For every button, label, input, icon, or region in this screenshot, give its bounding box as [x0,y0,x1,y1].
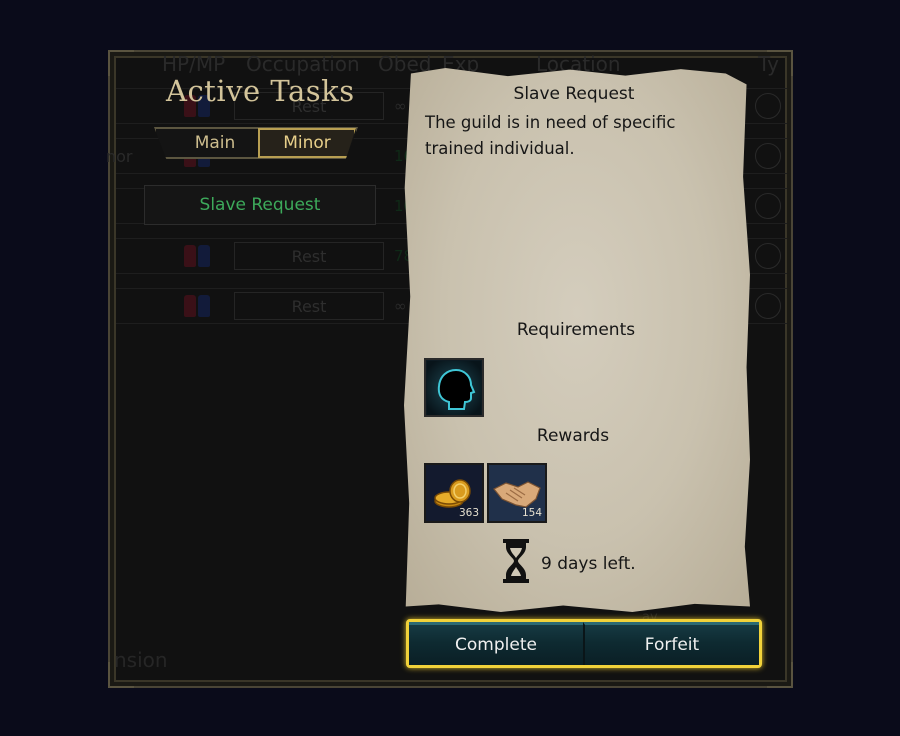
days-left-text: 9 days left. [541,554,636,574]
silhouette-head-icon[interactable] [424,358,484,417]
rest-button: Rest [234,242,384,270]
crown-icon [755,93,781,119]
quest-title: Slave Request [513,84,635,104]
forfeit-button[interactable]: Forfeit [583,622,759,665]
hourglass-icon [503,539,529,583]
complete-button[interactable]: Complete [409,622,583,665]
column-header-occupation: Occupation [246,52,360,76]
obedience-value: ∞ [394,297,407,315]
background-footer-text: nsion [114,648,168,672]
reward-amount: 363 [458,507,479,519]
task-list-item-slave-request[interactable]: Slave Request [144,185,376,225]
gold-coins-icon[interactable]: 363 [424,463,484,523]
hand-icon [755,143,781,169]
crown-icon [755,293,781,319]
column-header-type: Ty [758,52,779,76]
requirements-heading: Requirements [516,320,636,340]
tab-minor[interactable]: Minor [258,128,356,158]
tab-main[interactable]: Main [166,129,264,157]
hp-mp-potion-icon [184,245,214,269]
clock-icon [755,243,781,269]
panel-title: Active Tasks [166,74,355,108]
reward-amount: 154 [521,507,542,519]
quest-description: The guild is in need of specific trained… [425,113,676,158]
hp-mp-potion-icon [184,295,214,319]
handshake-icon[interactable]: 154 [487,463,547,523]
column-header-hpmp: HP/MP [162,52,226,76]
rest-button: Rest [234,292,384,320]
task-tabs: Main Minor [154,127,358,159]
clock-icon [755,193,781,219]
frame-corner [767,662,793,688]
row-side-text: nor [106,147,133,166]
rewards-heading: Rewards [536,426,610,446]
action-bar: Complete Forfeit [406,619,762,668]
